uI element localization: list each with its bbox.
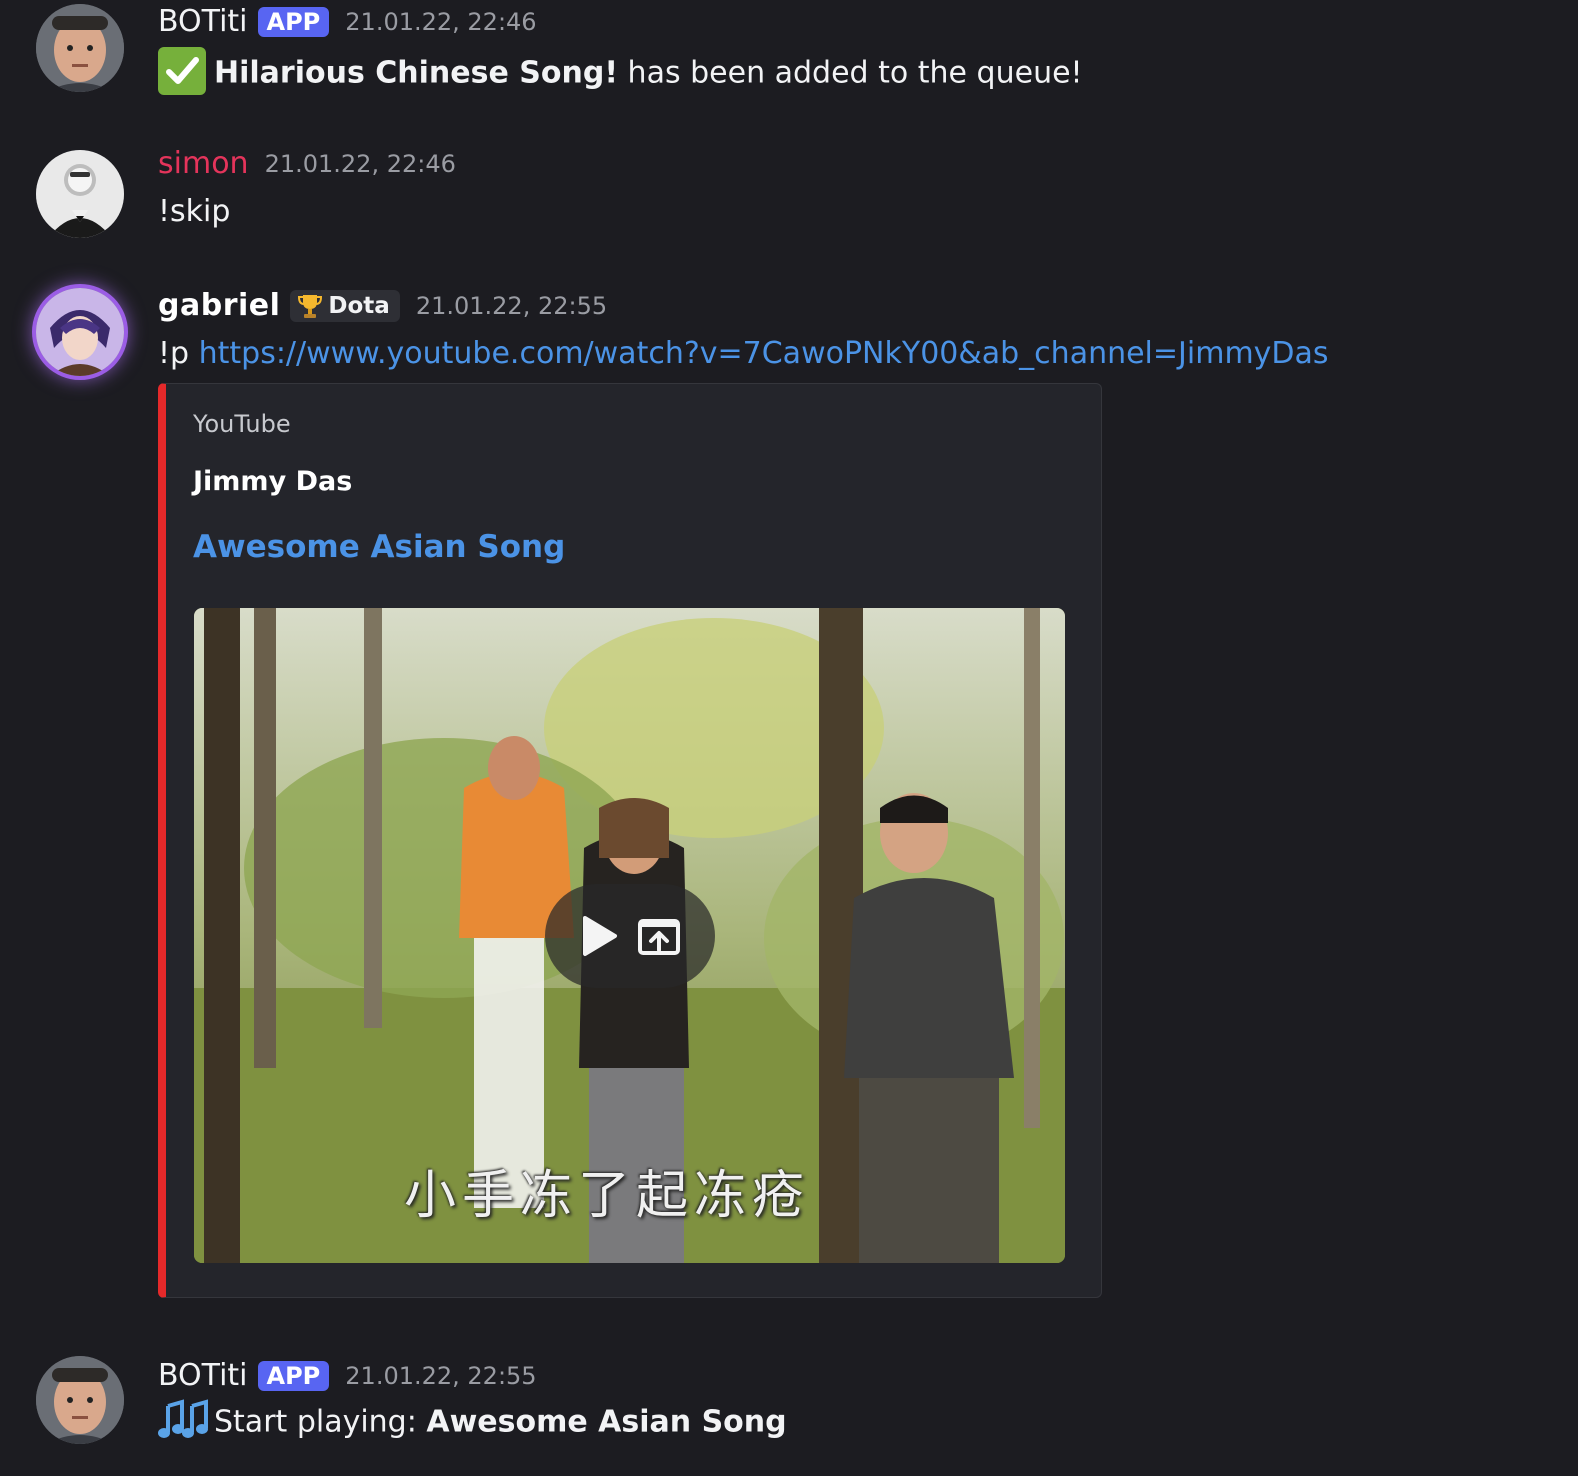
app-tag: APP bbox=[257, 7, 330, 37]
role-tag[interactable]: Dota bbox=[290, 290, 400, 322]
avatar[interactable] bbox=[36, 4, 124, 92]
avatar-image bbox=[36, 1356, 124, 1444]
check-mark-icon bbox=[158, 47, 206, 95]
play-icon[interactable] bbox=[579, 914, 619, 958]
timestamp: 21.01.22, 22:55 bbox=[345, 1362, 537, 1390]
message-simon: simon 21.01.22, 22:46 !skip bbox=[0, 142, 1578, 252]
avatar-image bbox=[36, 4, 124, 92]
message-content: !p https://www.youtube.com/watch?v=7Cawo… bbox=[158, 334, 1329, 374]
avatar[interactable] bbox=[36, 150, 124, 238]
role-label: Dota bbox=[328, 293, 390, 319]
open-external-icon[interactable] bbox=[637, 916, 681, 956]
video-controls bbox=[545, 884, 715, 988]
song-title: Hilarious Chinese Song! bbox=[214, 55, 619, 91]
youtube-embed: YouTube Jimmy Das Awesome Asian Song 小手冻… bbox=[158, 383, 1102, 1298]
username[interactable]: gabriel bbox=[158, 286, 280, 326]
message-content: !skip bbox=[158, 194, 231, 229]
username[interactable]: BOTiti bbox=[158, 1356, 248, 1396]
embed-title[interactable]: Awesome Asian Song bbox=[193, 529, 565, 565]
video-thumbnail[interactable]: 小手冻了起冻疮 bbox=[194, 608, 1065, 1263]
youtube-link[interactable]: https://www.youtube.com/watch?v=7CawoPNk… bbox=[199, 336, 1329, 371]
video-caption: 小手冻了起冻疮 bbox=[404, 1166, 811, 1226]
trophy-icon bbox=[298, 295, 323, 318]
timestamp: 21.01.22, 22:46 bbox=[264, 150, 456, 178]
song-title: Awesome Asian Song bbox=[426, 1404, 787, 1440]
avatar-image bbox=[36, 150, 124, 238]
message-botiti-2: BOTiti APP 21.01.22, 22:55 Start playing… bbox=[0, 1354, 1578, 1476]
username[interactable]: BOTiti bbox=[158, 2, 248, 42]
timestamp: 21.01.22, 22:55 bbox=[415, 292, 608, 320]
message-content: Start playing: Awesome Asian Song bbox=[158, 1399, 787, 1444]
timestamp: 21.01.22, 22:46 bbox=[345, 8, 537, 36]
app-tag: APP bbox=[257, 1361, 330, 1391]
embed-author[interactable]: Jimmy Das bbox=[193, 466, 352, 497]
avatar-image bbox=[36, 288, 124, 376]
embed-provider[interactable]: YouTube bbox=[193, 410, 291, 438]
message-content: Hilarious Chinese Song! has been added t… bbox=[158, 47, 1083, 98]
message-text: Start playing: bbox=[214, 1404, 427, 1440]
message-text: has been added to the queue! bbox=[618, 55, 1083, 91]
username[interactable]: simon bbox=[158, 144, 249, 184]
avatar[interactable] bbox=[36, 1356, 124, 1444]
message-botiti-1: BOTiti APP 21.01.22, 22:46 Hilarious Chi… bbox=[0, 0, 1578, 120]
avatar[interactable] bbox=[36, 288, 124, 376]
command-prefix: !p bbox=[158, 336, 199, 371]
music-notes-icon bbox=[158, 1398, 208, 1440]
